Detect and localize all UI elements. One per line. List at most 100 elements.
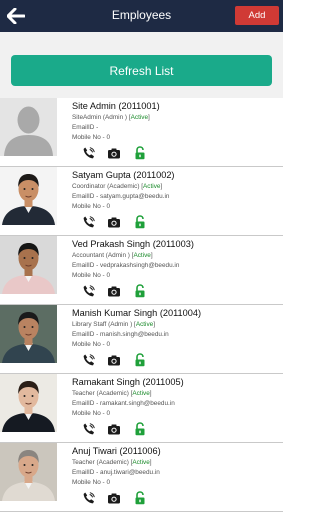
reset-password-button[interactable] [133, 422, 147, 436]
person-photo [0, 374, 57, 432]
role-close: ] [150, 252, 153, 259]
employee-name: Satyam Gupta (2011002) [72, 170, 175, 180]
employee-mobile: Mobile No - 0 [72, 410, 111, 417]
employee-row[interactable]: Ramakant Singh (2011005) Teacher (Academ… [0, 374, 283, 443]
role-text: Teacher (Academic) [ [72, 459, 133, 466]
role-close: ] [160, 183, 163, 190]
employee-role: Teacher (Academic) [Active] [72, 459, 152, 466]
role-text: Library Staff (Admin ) [ [72, 321, 136, 328]
employee-mobile: Mobile No - 0 [72, 479, 111, 486]
unlock-icon [135, 146, 145, 160]
role-close: ] [149, 390, 152, 397]
phone-icon [83, 216, 95, 228]
status-badge: Active [132, 459, 150, 466]
status-badge: Active [143, 183, 161, 190]
employee-email: EmailID - ramakant.singh@beedu.in [72, 400, 175, 407]
person-photo [0, 305, 57, 363]
refresh-list-button[interactable]: Refresh List [11, 55, 272, 86]
employee-name: Manish Kumar Singh (2011004) [72, 308, 202, 318]
camera-icon [108, 424, 120, 435]
employee-role: Library Staff (Admin ) [Active] [72, 321, 155, 328]
employee-role: Teacher (Academic) [Active] [72, 390, 152, 397]
unlock-icon [135, 284, 145, 298]
photo-button[interactable] [107, 215, 121, 229]
employee-mobile: Mobile No - 0 [72, 272, 111, 279]
reset-password-button[interactable] [133, 284, 147, 298]
avatar [0, 236, 57, 294]
camera-icon [108, 286, 120, 297]
status-badge: Active [133, 252, 151, 259]
photo-button[interactable] [107, 353, 121, 367]
refresh-bar: Refresh List [0, 32, 283, 98]
reset-password-button[interactable] [133, 215, 147, 229]
employee-name: Anuj Tiwari (2011006) [72, 446, 161, 456]
call-button[interactable] [82, 284, 96, 298]
role-text: SiteAdmin (Admin ) [ [72, 114, 131, 121]
role-close: ] [149, 459, 152, 466]
employee-name: Ved Prakash Singh (2011003) [72, 239, 194, 249]
person-photo [0, 443, 57, 501]
call-button[interactable] [82, 146, 96, 160]
employee-list: Site Admin (2011001) SiteAdmin (Admin ) … [0, 98, 283, 512]
role-text: Teacher (Academic) [ [72, 390, 133, 397]
reset-password-button[interactable] [133, 491, 147, 505]
app-header: Employees Add [0, 0, 283, 32]
person-silhouette-icon [0, 98, 57, 156]
avatar [0, 167, 57, 225]
avatar [0, 374, 57, 432]
employee-role: Coordinator (Academic) [Active] [72, 183, 162, 190]
photo-button[interactable] [107, 422, 121, 436]
photo-button[interactable] [107, 491, 121, 505]
call-button[interactable] [82, 491, 96, 505]
employee-email: EmailID - vedprakashsingh@beedu.in [72, 262, 180, 269]
role-text: Coordinator (Academic) [ [72, 183, 144, 190]
employee-email: EmailID - anuj.tiwari@beedu.in [72, 469, 160, 476]
call-button[interactable] [82, 215, 96, 229]
employee-mobile: Mobile No - 0 [72, 203, 111, 210]
person-photo [0, 236, 57, 294]
camera-icon [108, 355, 120, 366]
employee-row[interactable]: Ved Prakash Singh (2011003) Accountant (… [0, 236, 283, 305]
status-badge: Active [130, 114, 149, 121]
employee-role: SiteAdmin (Admin ) [Active] [72, 114, 150, 121]
unlock-icon [135, 491, 145, 505]
photo-button[interactable] [107, 284, 121, 298]
role-close: ] [153, 321, 155, 328]
camera-icon [108, 148, 120, 159]
reset-password-button[interactable] [133, 353, 147, 367]
phone-icon [83, 354, 95, 366]
employee-mobile: Mobile No - 0 [72, 341, 111, 348]
employee-name: Site Admin (2011001) [72, 101, 160, 111]
status-badge: Active [132, 390, 150, 397]
avatar [0, 443, 57, 501]
employee-mobile: Mobile No - 0 [72, 134, 111, 141]
call-button[interactable] [82, 422, 96, 436]
unlock-icon [135, 353, 145, 367]
employee-row[interactable]: Site Admin (2011001) SiteAdmin (Admin ) … [0, 98, 283, 167]
employee-name: Ramakant Singh (2011005) [72, 377, 184, 387]
phone-icon [83, 492, 95, 504]
phone-icon [83, 147, 95, 159]
camera-icon [108, 217, 120, 228]
status-badge: Active [135, 321, 154, 328]
employee-email: EmailID - satyam.gupta@beedu.in [72, 193, 170, 200]
employee-row[interactable]: Satyam Gupta (2011002) Coordinator (Acad… [0, 167, 283, 236]
phone-icon [83, 423, 95, 435]
employee-email: EmailID - [72, 124, 99, 131]
role-close: ] [148, 114, 150, 121]
unlock-icon [135, 215, 145, 229]
add-employee-button[interactable]: Add [235, 6, 279, 25]
employee-email: EmailID - manish.singh@beedu.in [72, 331, 169, 338]
avatar [0, 305, 57, 363]
camera-icon [108, 493, 120, 504]
call-button[interactable] [82, 353, 96, 367]
avatar [0, 98, 57, 156]
photo-button[interactable] [107, 146, 121, 160]
reset-password-button[interactable] [133, 146, 147, 160]
employee-row[interactable]: Manish Kumar Singh (2011004) Library Sta… [0, 305, 283, 374]
phone-icon [83, 285, 95, 297]
employee-row[interactable]: Anuj Tiwari (2011006) Teacher (Academic)… [0, 443, 283, 512]
role-text: Accountant (Admin ) [ [72, 252, 134, 259]
person-photo [0, 167, 57, 225]
employee-role: Accountant (Admin ) [Active] [72, 252, 153, 259]
